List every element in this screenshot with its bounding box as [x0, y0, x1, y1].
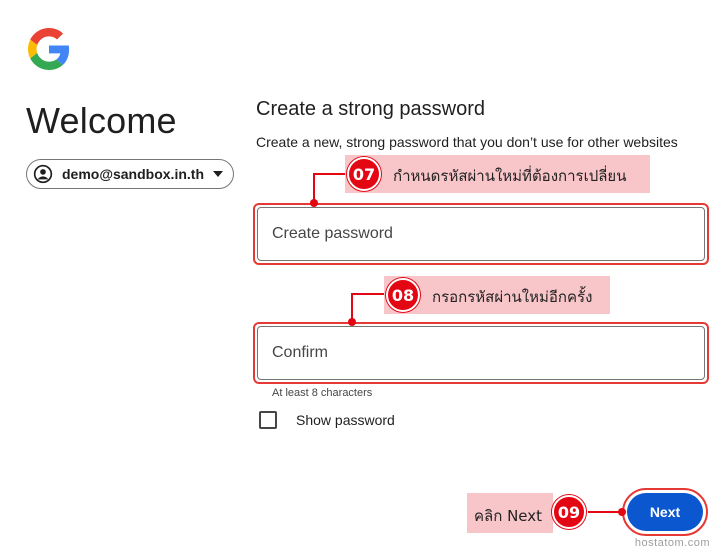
create-password-field[interactable]: [257, 207, 705, 261]
next-button-highlight: Next: [622, 488, 708, 536]
callout-step-07: 07 กำหนดรหัสผ่านใหม่ที่ต้องการเปลี่ยน: [345, 155, 650, 193]
page-heading: Welcome: [26, 100, 177, 141]
callout-step-09: คลิก Next: [467, 493, 553, 533]
step-badge-09: 09: [552, 495, 586, 529]
confirm-password-field[interactable]: [257, 326, 705, 380]
confirm-password-highlight: [253, 322, 709, 384]
watermark: hostatom.com: [634, 537, 710, 549]
account-circle-icon: [33, 164, 53, 184]
connector-07-dot: [310, 199, 318, 207]
callout-text-09: คลิก Next: [474, 507, 543, 525]
account-email: demo@sandbox.in.th: [62, 166, 204, 182]
callout-text-08: กรอกรหัสผ่านใหม่อีกครั้ง: [432, 288, 593, 306]
show-password-label: Show password: [296, 412, 395, 428]
connector-08-horizontal: [352, 293, 386, 295]
step-badge-08: 08: [386, 278, 420, 312]
callout-step-08: 08 กรอกรหัสผ่านใหม่อีกครั้ง: [384, 276, 610, 314]
form-subtitle: Create a new, strong password that you d…: [256, 134, 678, 150]
show-password-checkbox[interactable]: [259, 411, 277, 429]
create-password-highlight: [253, 203, 709, 265]
account-chip[interactable]: demo@sandbox.in.th: [26, 159, 234, 189]
form-title: Create a strong password: [256, 98, 486, 120]
password-hint: At least 8 characters: [272, 387, 373, 399]
dropdown-caret-icon: [213, 171, 223, 177]
connector-09-horizontal: [588, 511, 622, 513]
confirm-password-input[interactable]: [272, 344, 704, 362]
step-badge-07: 07: [347, 157, 381, 191]
google-logo-icon: [28, 28, 70, 70]
callout-text-07: กำหนดรหัสผ่านใหม่ที่ต้องการเปลี่ยน: [393, 167, 627, 185]
create-password-input[interactable]: [272, 225, 704, 243]
show-password-toggle[interactable]: Show password: [259, 411, 395, 429]
connector-07-horizontal: [314, 173, 346, 175]
connector-08-dot: [348, 318, 356, 326]
next-button[interactable]: Next: [627, 493, 703, 531]
connector-09-dot: [618, 508, 626, 516]
